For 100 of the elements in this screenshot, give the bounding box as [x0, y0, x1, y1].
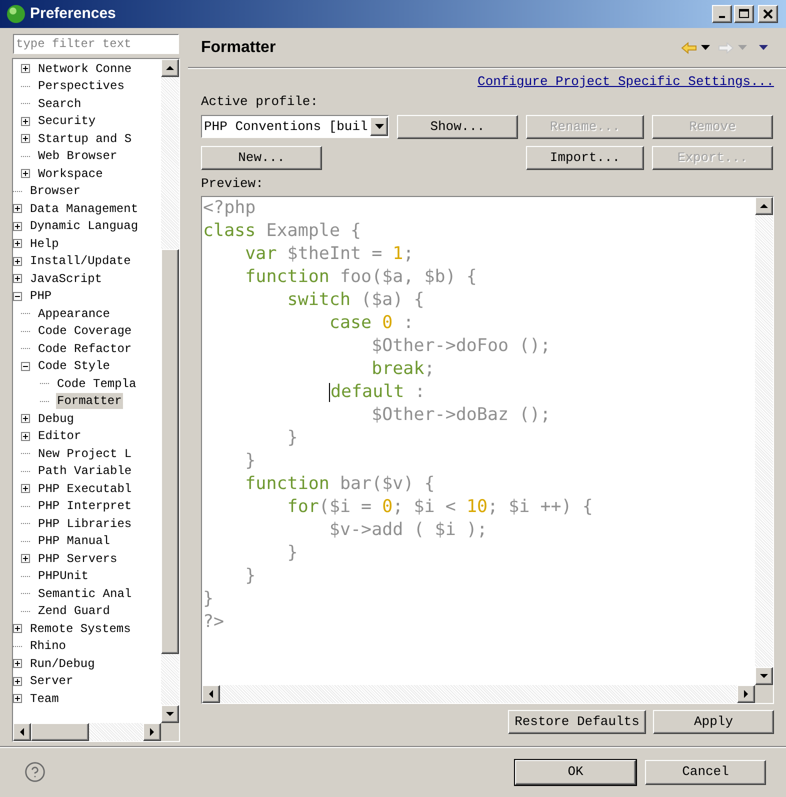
- tree-item[interactable]: Perspectives: [37, 78, 126, 94]
- tree-item[interactable]: PHP Servers: [37, 550, 118, 567]
- minimize-button[interactable]: [712, 5, 732, 23]
- tree-item[interactable]: Rhino: [29, 638, 68, 654]
- caret-icon[interactable]: [701, 45, 710, 50]
- tree-item[interactable]: Editor: [37, 428, 82, 444]
- tree-item[interactable]: Browser: [29, 183, 82, 200]
- expand-icon[interactable]: [13, 694, 22, 704]
- scrollbar-thumb[interactable]: [31, 723, 89, 741]
- code-line: }: [286, 542, 298, 565]
- expand-icon[interactable]: [21, 414, 30, 424]
- tree-item[interactable]: Startup and S: [37, 130, 133, 147]
- project-settings-link[interactable]: Configure Project Specific Settings...: [478, 74, 774, 90]
- tree-item[interactable]: Semantic Anal: [37, 586, 133, 602]
- scrollbar-thumb[interactable]: [161, 249, 179, 654]
- tree-item[interactable]: Team: [29, 690, 60, 707]
- view-menu-icon[interactable]: [759, 45, 768, 50]
- tree-item[interactable]: Code Coverage: [37, 323, 133, 340]
- scroll-down-button[interactable]: [161, 705, 179, 723]
- expand-icon[interactable]: [21, 134, 30, 144]
- tree-item[interactable]: PHP Manual: [37, 533, 112, 550]
- tree-item[interactable]: Run/Debug: [29, 656, 96, 672]
- vertical-scrollbar[interactable]: [161, 59, 179, 723]
- expand-icon[interactable]: [21, 484, 30, 494]
- tree-item[interactable]: Workspace: [37, 166, 104, 182]
- profile-label: Active profile:: [201, 94, 320, 110]
- tree-item[interactable]: Formatter: [56, 393, 123, 410]
- tree-item[interactable]: Network Conne: [37, 60, 133, 77]
- expand-icon[interactable]: [13, 222, 22, 231]
- tree-item[interactable]: Code Style: [37, 358, 112, 374]
- close-button[interactable]: [758, 5, 778, 23]
- arrow-right-icon: [744, 690, 748, 698]
- scroll-right-button[interactable]: [143, 723, 161, 741]
- tree-item[interactable]: Code Refactor: [37, 340, 133, 357]
- scroll-down-button[interactable]: [755, 667, 773, 685]
- dropdown-arrow-icon: [374, 124, 384, 129]
- expand-icon[interactable]: [21, 64, 30, 74]
- tree-item[interactable]: PHP Libraries: [37, 516, 133, 532]
- expand-icon[interactable]: [21, 169, 30, 178]
- tree-item[interactable]: Appearance: [37, 306, 112, 322]
- tree-item[interactable]: Code Templa: [56, 376, 138, 392]
- scroll-up-button[interactable]: [755, 197, 773, 215]
- collapse-icon[interactable]: [21, 362, 30, 371]
- code-line: ?>: [203, 611, 224, 634]
- tree-item[interactable]: Debug: [37, 410, 76, 427]
- button[interactable]: Show...: [397, 115, 518, 139]
- tree-item[interactable]: Search: [37, 96, 82, 112]
- code-line: class Example {: [203, 220, 362, 243]
- horizontal-scrollbar[interactable]: [13, 723, 161, 741]
- expand-icon[interactable]: [13, 676, 22, 686]
- button[interactable]: OK: [515, 760, 636, 784]
- collapse-icon[interactable]: [13, 292, 22, 301]
- button[interactable]: Import...: [526, 146, 644, 170]
- button[interactable]: Cancel: [645, 760, 766, 784]
- tree-item[interactable]: Help: [29, 236, 60, 252]
- code-line: }: [286, 427, 298, 450]
- filter-field[interactable]: type filter text: [13, 34, 179, 54]
- tree-item[interactable]: Remote Systems: [29, 620, 132, 637]
- tree-item[interactable]: PHP Executabl: [37, 480, 133, 497]
- tree-item[interactable]: Data Management: [29, 200, 140, 217]
- tree-item[interactable]: Install/Update: [29, 253, 132, 270]
- tree-item[interactable]: Zend Guard: [37, 603, 112, 620]
- maximize-button[interactable]: [734, 5, 754, 23]
- help-icon[interactable]: [24, 761, 46, 783]
- tree-item[interactable]: PHPUnit: [37, 568, 90, 584]
- expand-icon[interactable]: [21, 554, 30, 564]
- tree-item[interactable]: Path Variable: [37, 463, 133, 480]
- expand-icon[interactable]: [13, 204, 22, 214]
- scroll-up-button[interactable]: [161, 59, 179, 77]
- expand-icon[interactable]: [21, 116, 30, 126]
- tree-item[interactable]: JavaScript: [29, 270, 104, 287]
- button[interactable]: New...: [201, 146, 322, 170]
- code-line: }: [244, 565, 256, 588]
- tree-item[interactable]: Security: [37, 113, 97, 130]
- expand-icon[interactable]: [13, 624, 22, 634]
- scroll-right-button[interactable]: [737, 685, 755, 703]
- tree-item[interactable]: PHP Interpret: [37, 498, 133, 514]
- expand-icon[interactable]: [13, 239, 22, 248]
- button[interactable]: Apply: [653, 710, 774, 734]
- code-line: <?php: [203, 197, 256, 220]
- tree-item[interactable]: PHP: [29, 288, 53, 304]
- vertical-scrollbar[interactable]: [755, 197, 773, 685]
- arrow-up-icon: [760, 204, 768, 208]
- profile-dropdown[interactable]: PHP Conventions [buil: [201, 115, 389, 138]
- tree-item[interactable]: New Project L: [37, 446, 133, 462]
- button[interactable]: Restore Defaults: [508, 710, 646, 734]
- expand-icon[interactable]: [13, 659, 22, 668]
- scroll-left-button[interactable]: [202, 685, 220, 703]
- tree-item[interactable]: Web Browser: [37, 148, 118, 164]
- expand-icon[interactable]: [13, 274, 22, 284]
- tree-item[interactable]: Server: [29, 673, 74, 690]
- expand-icon[interactable]: [13, 256, 22, 266]
- arrow-right-icon: [150, 728, 154, 736]
- code-line: default :: [328, 381, 426, 404]
- expand-icon[interactable]: [21, 432, 30, 441]
- scroll-left-button[interactable]: [13, 723, 31, 741]
- page-title: Formatter: [201, 38, 276, 58]
- minimize-icon: [719, 16, 725, 18]
- horizontal-scrollbar[interactable]: [202, 685, 755, 703]
- tree-item[interactable]: Dynamic Languag: [29, 218, 140, 234]
